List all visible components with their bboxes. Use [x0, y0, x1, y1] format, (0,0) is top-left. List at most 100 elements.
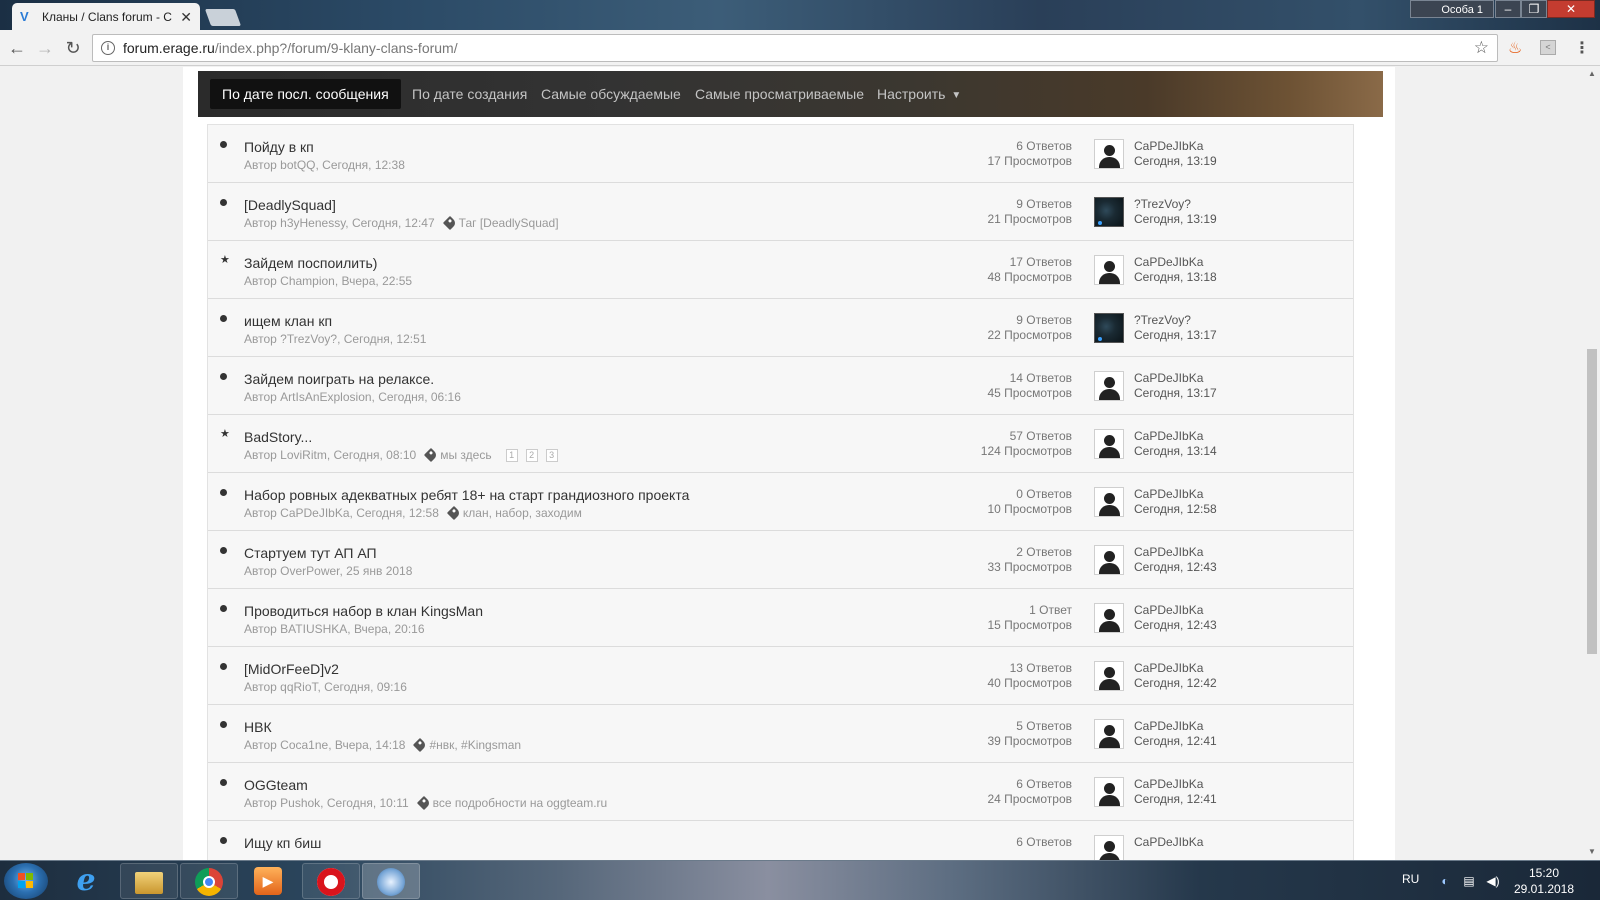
browser-tab[interactable]: V Кланы / Clans forum - C ✕ — [12, 3, 200, 30]
close-window-button[interactable]: ✕ — [1547, 0, 1595, 18]
topic-row[interactable]: ★ BadStory... Автор LoviRitm, Сегодня, 08:… — [208, 415, 1353, 473]
browser-menu-icon[interactable]: ⋮ — [1574, 38, 1590, 58]
last-poster-name[interactable]: CaPDeJIbKa — [1134, 487, 1217, 502]
game-launcher-icon[interactable] — [362, 863, 420, 899]
last-post-time[interactable]: Сегодня, 12:43 — [1134, 560, 1217, 575]
launcher-tray-icon[interactable]: ◐ — [1438, 874, 1452, 888]
bookmark-star-icon[interactable]: ☆ — [1474, 38, 1489, 58]
clock[interactable]: 15:20 29.01.2018 — [1510, 865, 1578, 897]
maximize-button[interactable]: ❐ — [1521, 0, 1547, 18]
sort-most-discussed[interactable]: Самые обсуждаемые — [529, 79, 693, 109]
topic-title-link[interactable]: OGGteam — [244, 777, 308, 793]
media-player-icon[interactable]: ▶ — [240, 863, 298, 899]
last-poster-avatar[interactable] — [1094, 255, 1124, 285]
topic-row[interactable]: Зайдем поиграть на релаксе. Автор ArtIsAn… — [208, 357, 1353, 415]
last-poster-avatar[interactable] — [1094, 487, 1124, 517]
topic-title-link[interactable]: Пойду в кп — [244, 139, 314, 155]
last-poster-avatar[interactable] — [1094, 719, 1124, 749]
topic-title-link[interactable]: [DeadlySquad] — [244, 197, 336, 213]
topic-row[interactable]: Пойду в кп Автор botQQ, Сегодня, 12:38 6 О… — [208, 125, 1353, 183]
tab-close-icon[interactable]: ✕ — [180, 10, 192, 24]
topic-title-link[interactable]: Стартуем тут АП АП — [244, 545, 377, 561]
scroll-up-arrow-icon[interactable]: ▲ — [1588, 69, 1596, 78]
topic-title-link[interactable]: Зайдем поспоилить) — [244, 255, 377, 271]
site-info-icon[interactable]: i — [101, 41, 115, 55]
last-post-time[interactable]: Сегодня, 12:42 — [1134, 676, 1217, 691]
extension-square-icon[interactable]: < — [1540, 40, 1556, 55]
topic-page-link[interactable]: 2 — [525, 448, 538, 462]
last-poster-avatar[interactable] — [1094, 661, 1124, 691]
last-post-time[interactable]: Сегодня, 13:19 — [1134, 154, 1217, 169]
topic-title-link[interactable]: ищем клан кп — [244, 313, 332, 329]
topic-title-link[interactable]: Зайдем поиграть на релаксе. — [244, 371, 434, 387]
sort-customize[interactable]: Настроить ▼ — [865, 79, 973, 109]
topic-row[interactable]: ★ Зайдем поспоилить) Автор Champion, Вчера… — [208, 241, 1353, 299]
topic-author[interactable]: Автор LoviRitm, Сегодня, 08:10 — [244, 448, 416, 462]
topic-title-link[interactable]: Набор ровных адекватных ребят 18+ на ста… — [244, 487, 689, 503]
topic-row[interactable]: Проводиться набор в клан KingsMan Автор B… — [208, 589, 1353, 647]
reload-icon[interactable]: ↻ — [62, 37, 84, 59]
last-post-time[interactable]: Сегодня, 13:14 — [1134, 444, 1217, 459]
topic-author[interactable]: Автор OverPower, 25 янв 2018 — [244, 564, 412, 578]
last-poster-name[interactable]: ?TrezVoy? — [1134, 197, 1217, 212]
last-post-time[interactable]: Сегодня, 12:41 — [1134, 734, 1217, 749]
internet-explorer-icon[interactable]: e — [58, 863, 116, 899]
topic-title-link[interactable]: НВК — [244, 719, 272, 735]
sort-created[interactable]: По дате создания — [400, 79, 539, 109]
profile-button[interactable]: Особа 1 — [1410, 0, 1494, 18]
topic-author[interactable]: Автор ArtIsAnExplosion, Сегодня, 06:16 — [244, 390, 461, 404]
url-text[interactable]: forum.erage.ru/index.php?/forum/9-klany-… — [123, 40, 1474, 56]
last-poster-avatar[interactable] — [1094, 545, 1124, 575]
topic-row[interactable]: Стартуем тут АП АП Автор OverPower, 25 ян… — [208, 531, 1353, 589]
last-post-time[interactable]: Сегодня, 12:41 — [1134, 792, 1217, 807]
last-poster-avatar[interactable] — [1094, 313, 1124, 343]
topic-row[interactable]: Набор ровных адекватных ребят 18+ на ста… — [208, 473, 1353, 531]
topic-row[interactable]: ищем клан кп Автор ?TrezVoy?, Сегодня, 12… — [208, 299, 1353, 357]
volume-icon[interactable]: ◀) — [1486, 874, 1500, 888]
last-poster-name[interactable]: CaPDeJIbKa — [1134, 255, 1217, 270]
start-orb[interactable] — [4, 863, 48, 899]
last-poster-avatar[interactable] — [1094, 139, 1124, 169]
last-poster-avatar[interactable] — [1094, 835, 1124, 860]
topic-author[interactable]: Автор ?TrezVoy?, Сегодня, 12:51 — [244, 332, 426, 346]
topic-author[interactable]: Автор qqRioT, Сегодня, 09:16 — [244, 680, 407, 694]
last-poster-name[interactable]: CaPDeJIbKa — [1134, 139, 1217, 154]
last-poster-name[interactable]: CaPDeJIbKa — [1134, 835, 1203, 850]
topic-author[interactable]: Автор Pushok, Сегодня, 10:11 — [244, 796, 409, 810]
topic-row[interactable]: [DeadlySquad] Автор h3yHenessy, Сегодня, … — [208, 183, 1353, 241]
last-poster-avatar[interactable] — [1094, 777, 1124, 807]
topic-tag[interactable]: мы здесь — [440, 448, 491, 462]
scroll-down-arrow-icon[interactable]: ▼ — [1588, 847, 1596, 856]
last-poster-name[interactable]: CaPDeJIbKa — [1134, 719, 1217, 734]
last-poster-name[interactable]: CaPDeJIbKa — [1134, 603, 1217, 618]
topic-row[interactable]: Ищу кп биш 6 Ответов CaPDeJIbKa — [208, 821, 1353, 860]
last-poster-name[interactable]: CaPDeJIbKa — [1134, 661, 1217, 676]
last-post-time[interactable]: Сегодня, 13:18 — [1134, 270, 1217, 285]
topic-page-link[interactable]: 1 — [505, 448, 518, 462]
forward-arrow-icon[interactable]: → — [34, 37, 56, 59]
last-poster-name[interactable]: CaPDeJIbKa — [1134, 777, 1217, 792]
opera-icon[interactable] — [302, 863, 360, 899]
topic-tag[interactable]: клан, набор, заходим — [463, 506, 582, 520]
last-poster-avatar[interactable] — [1094, 371, 1124, 401]
topic-row[interactable]: [MidOrFeeD]v2 Автор qqRioT, Сегодня, 09:1… — [208, 647, 1353, 705]
last-post-time[interactable]: Сегодня, 12:43 — [1134, 618, 1217, 633]
new-tab-button[interactable] — [204, 9, 242, 26]
language-indicator[interactable]: RU — [1402, 872, 1419, 886]
topic-tag[interactable]: Таг [DeadlySquad] — [459, 216, 559, 230]
address-bar[interactable]: i forum.erage.ru/index.php?/forum/9-klan… — [92, 34, 1498, 62]
topic-tag[interactable]: #нвк, #Kingsman — [429, 738, 521, 752]
back-arrow-icon[interactable]: ← — [6, 37, 28, 59]
extension-fire-icon[interactable]: ♨ — [1508, 38, 1522, 58]
topic-row[interactable]: OGGteam Автор Pushok, Сегодня, 10:11 все п… — [208, 763, 1353, 821]
last-post-time[interactable]: Сегодня, 13:17 — [1134, 386, 1217, 401]
topic-page-link[interactable]: 3 — [545, 448, 558, 462]
topic-title-link[interactable]: BadStory... — [244, 429, 312, 445]
chrome-icon[interactable] — [180, 863, 238, 899]
topic-author[interactable]: Автор BATIUSHKA, Вчера, 20:16 — [244, 622, 425, 636]
file-explorer-icon[interactable] — [120, 863, 178, 899]
last-post-time[interactable]: Сегодня, 12:58 — [1134, 502, 1217, 517]
page-scrollbar[interactable]: ▲ ▼ — [1584, 67, 1600, 860]
sort-last-post[interactable]: По дате посл. сообщения — [210, 79, 401, 109]
topic-author[interactable]: Автор Champion, Вчера, 22:55 — [244, 274, 412, 288]
